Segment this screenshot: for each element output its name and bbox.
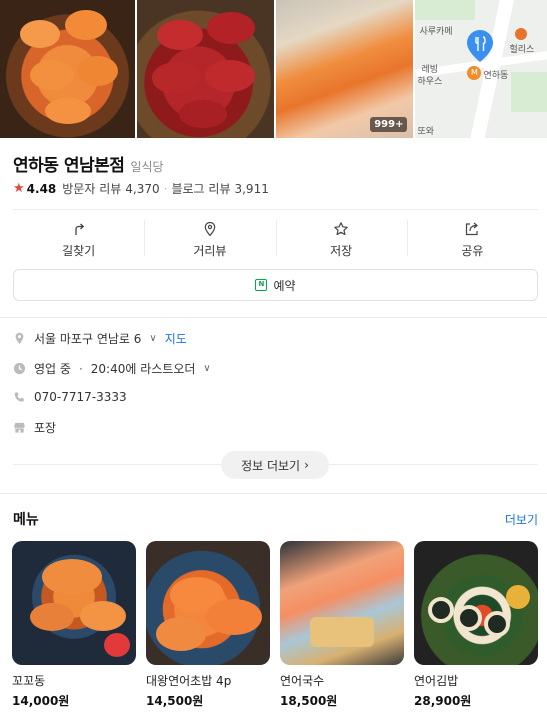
menu-item-price: 14,500원: [146, 694, 204, 708]
menu-item-name: 꼬꼬동: [12, 674, 46, 688]
street-view-button[interactable]: 거리뷰: [144, 218, 275, 262]
chevron-right-icon: ›: [304, 458, 309, 472]
section-divider: [0, 317, 547, 318]
menu-item-image[interactable]: [280, 541, 404, 665]
place-name: 연하동 연남본점: [13, 156, 125, 176]
action-label: 저장: [330, 244, 353, 258]
blog-reviews-label: 블로그 리뷰: [171, 182, 231, 196]
visitor-reviews-count: 4,370: [125, 182, 160, 196]
menu-more-link[interactable]: 더보기: [505, 511, 538, 528]
save-button[interactable]: 저장: [275, 218, 407, 262]
share-button[interactable]: 공유: [406, 218, 538, 262]
location-pin-icon: [15, 332, 24, 345]
last-order-text: 20:40에 라스트오더: [90, 362, 196, 376]
divider: [13, 209, 538, 210]
naver-booking-icon: N: [255, 279, 268, 291]
menu-item[interactable]: 대왕연어초밥 4p 14,500원: [146, 541, 270, 709]
photo-2[interactable]: [136, 0, 274, 138]
menu-item-price: 14,000원: [12, 694, 70, 708]
map-label: 헐리스: [509, 45, 535, 55]
service-row: 포장: [13, 419, 56, 436]
menu-item[interactable]: 연어김밥 28,900원: [414, 541, 538, 709]
address-text: 서울 마포구 연남로 6: [34, 332, 142, 346]
directions-button[interactable]: 길찾기: [13, 218, 144, 262]
action-bar: 길찾기 거리뷰 저장 공유: [13, 218, 538, 262]
location-pin-icon: [204, 221, 216, 237]
address-row: 서울 마포구 연남로 6 ∨ 지도: [13, 330, 187, 347]
chevron-down-icon[interactable]: ∨: [203, 363, 210, 374]
service-text: 포장: [34, 421, 57, 435]
menu-list: 꼬꼬동 14,000원 대왕연어초밥 4p 14,500원 연어국수 18,50…: [12, 541, 538, 709]
station-marker-icon: M: [467, 66, 482, 80]
reserve-button[interactable]: N 예약: [13, 269, 538, 301]
menu-item-price: 28,900원: [414, 694, 472, 708]
clock-icon: [13, 362, 26, 375]
menu-item-image[interactable]: [12, 541, 136, 665]
place-header: 연하동 연남본점 일식당: [13, 151, 164, 176]
map-preview[interactable]: 사루카메 헐리스 M 연하동 레빙 하우스 또와: [415, 0, 547, 138]
menu-item-image[interactable]: [414, 541, 538, 665]
photo-count-badge: 999+: [370, 117, 408, 132]
hours-row[interactable]: 영업 중 · 20:40에 라스트오더 ∨: [13, 360, 211, 377]
map-label: 사루카메: [419, 27, 453, 37]
reserve-label: 예약: [273, 278, 296, 293]
map-link[interactable]: 지도: [165, 330, 187, 347]
action-label: 거리뷰: [193, 244, 227, 258]
action-label: 길찾기: [62, 244, 96, 258]
star-outline-icon: [334, 222, 348, 236]
directions-icon: [74, 223, 84, 235]
store-icon: [14, 422, 25, 433]
action-label: 공유: [461, 244, 484, 258]
map-label: 또와: [417, 127, 435, 137]
menu-item-name: 연어김밥: [414, 674, 459, 688]
menu-item-image[interactable]: [146, 541, 270, 665]
section-divider: [0, 493, 547, 494]
photo-strip[interactable]: 999+ 사루카메 헐리스 M 연하동 레빙 하우스 또와: [0, 0, 547, 138]
rating-value: 4.48: [26, 181, 57, 196]
place-category: 일식당: [130, 160, 164, 174]
blog-reviews-link[interactable]: 블로그 리뷰 3,911: [171, 180, 268, 197]
phone-icon: [14, 391, 24, 402]
menu-item[interactable]: 연어국수 18,500원: [280, 541, 404, 709]
rating-row: ★ 4.48 방문자 리뷰 4,370 · 블로그 리뷰 3,911: [13, 180, 269, 197]
cafe-marker-icon: [515, 28, 528, 40]
separator-dot: ·: [163, 181, 168, 196]
star-icon: ★: [13, 181, 25, 196]
blog-reviews-count: 3,911: [234, 182, 269, 196]
visitor-reviews-link[interactable]: 방문자 리뷰 4,370: [62, 180, 159, 197]
separator-dot: ·: [78, 361, 83, 376]
restaurant-pin-icon[interactable]: [467, 30, 494, 62]
share-icon: [466, 222, 479, 236]
menu-item[interactable]: 꼬꼬동 14,000원: [12, 541, 136, 709]
more-info-label: 정보 더보기: [241, 458, 301, 473]
chevron-down-icon[interactable]: ∨: [149, 333, 156, 344]
photo-3[interactable]: 999+: [275, 0, 414, 138]
phone-row[interactable]: 070-7717-3333: [13, 390, 127, 404]
menu-section-title: 메뉴: [13, 512, 39, 528]
phone-number: 070-7717-3333: [34, 390, 127, 404]
menu-item-price: 18,500원: [280, 694, 338, 708]
open-status: 영업 중: [34, 362, 71, 376]
map-label: 연하동: [483, 71, 509, 81]
photo-1[interactable]: [0, 0, 135, 138]
visitor-reviews-label: 방문자 리뷰: [62, 182, 122, 196]
menu-item-name: 대왕연어초밥 4p: [146, 674, 232, 688]
menu-item-name: 연어국수: [280, 674, 325, 688]
more-info-button[interactable]: 정보 더보기 ›: [221, 451, 329, 479]
map-label: 하우스: [417, 77, 443, 87]
